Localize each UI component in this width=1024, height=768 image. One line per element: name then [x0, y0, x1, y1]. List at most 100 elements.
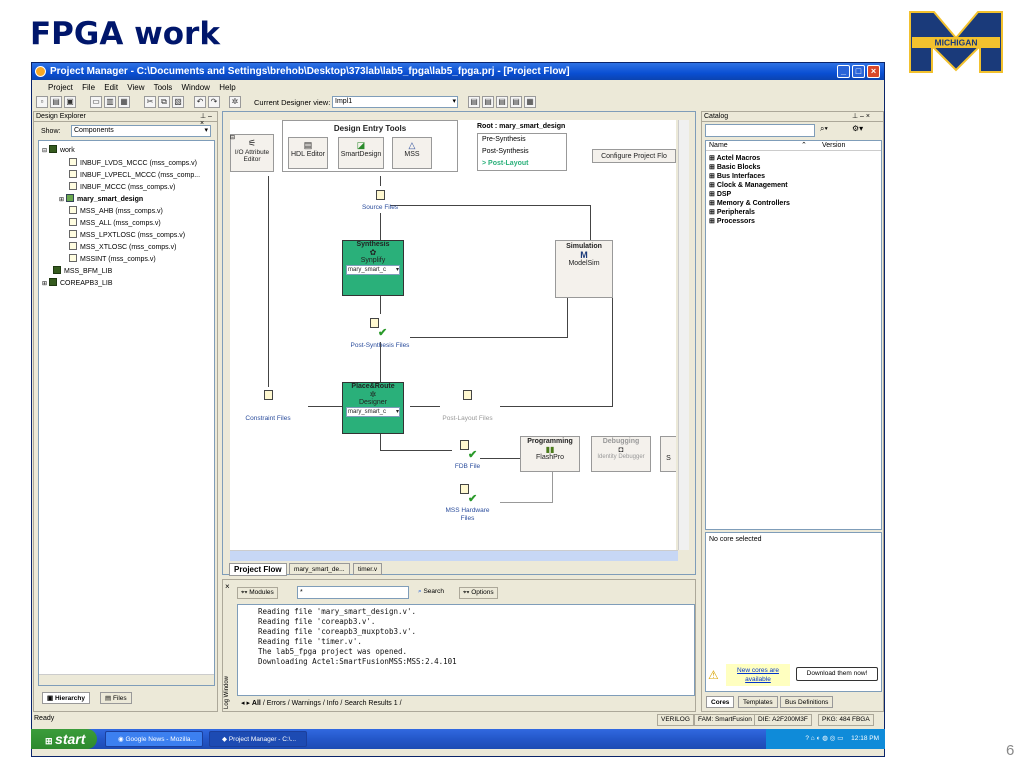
modules-button[interactable]: ⌖▾ Modules [237, 587, 278, 599]
log-search-input[interactable]: * [297, 586, 409, 599]
constraint-files-label[interactable]: Constraint Files [238, 415, 298, 422]
tree-item-coreapb3-lib[interactable]: ⊞ COREAPB3_LIB [42, 278, 113, 289]
tab-project-flow[interactable]: Project Flow [229, 563, 287, 576]
catalog-item-basic-blocks[interactable]: ⊞ Basic Blocks [709, 163, 760, 172]
catalog-item-actel-macros[interactable]: ⊞ Actel Macros [709, 154, 760, 163]
maximize-icon[interactable]: □ [852, 65, 865, 78]
catalog-item-clock-management[interactable]: ⊞ Clock & Management [709, 181, 788, 190]
catalog-item-peripherals[interactable]: ⊞ Peripherals [709, 208, 755, 217]
tree-item[interactable]: INBUF_LVPECL_MCCC (mss_comp... [69, 170, 200, 180]
tree-item[interactable]: MSS_LPXTLOSC (mss_comps.v) [69, 230, 185, 240]
menu-tools[interactable]: Tools [154, 83, 173, 92]
fdb-file-label[interactable]: FDB File [445, 463, 490, 470]
menu-project[interactable]: Project [48, 83, 73, 92]
save-icon[interactable]: ▣ [64, 96, 76, 108]
state-post-layout[interactable]: > Post-Layout [482, 158, 566, 170]
search-button[interactable]: ⌕ Search [415, 587, 447, 597]
tool-2-icon[interactable]: ▤ [482, 96, 494, 108]
log-tab-all[interactable]: All [252, 700, 261, 707]
cut-icon[interactable]: ✂ [144, 96, 156, 108]
tab-files[interactable]: ▤ Files [100, 692, 132, 704]
gear-icon[interactable]: ⚙▾ [852, 124, 863, 133]
hidden-tool[interactable]: S [660, 436, 676, 472]
tree-item[interactable]: INBUF_LVDS_MCCC (mss_comps.v) [69, 158, 197, 168]
log-tab-info[interactable]: Info [327, 700, 339, 707]
tray-icons[interactable]: ? ⌂ ◐ ◍ ◎ ▭ [805, 735, 843, 742]
synthesis-tool[interactable]: Synthesis ✿ Synplify mary_smart_c ▾ [342, 240, 404, 296]
hdl-editor-button[interactable]: ▤ HDL Editor [288, 137, 328, 169]
task-project-manager[interactable]: ◆ Project Manager - C:\... [209, 731, 307, 747]
tree-item-mary-smart-design[interactable]: ⊞ mary_smart_design [59, 194, 143, 205]
open-icon[interactable]: ▤ [50, 96, 62, 108]
tree-item[interactable]: MSSINT (mss_comps.v) [69, 254, 156, 264]
synthesis-select[interactable]: mary_smart_c ▾ [346, 265, 400, 275]
place-route-tool[interactable]: Place&Route ✲ Designer mary_smart_c ▾ [342, 382, 404, 434]
post-synthesis-files-label[interactable]: Post-Synthesis Files [345, 342, 415, 350]
catalog-item-memory-controllers[interactable]: ⊞ Memory & Controllers [709, 199, 790, 208]
disk-icon[interactable]: ▦ [118, 96, 130, 108]
debugging-tool[interactable]: Debugging ◘ Identity Debugger [591, 436, 651, 472]
state-post-synthesis[interactable]: Post-Synthesis [482, 146, 566, 158]
tree-item[interactable]: INBUF_MCCC (mss_comps.v) [69, 182, 175, 192]
panel-pin-icon[interactable]: ⊥ – × [852, 112, 870, 120]
catalog-search-input[interactable] [705, 124, 815, 137]
start-button[interactable]: ⊞ start [31, 729, 97, 749]
copy-icon[interactable]: ⧉ [158, 96, 170, 108]
tab-mary-smart-design[interactable]: mary_smart_de... [289, 563, 350, 575]
search-icon[interactable]: ⌕▾ [820, 124, 828, 134]
catalog-item-dsp[interactable]: ⊞ DSP [709, 190, 731, 199]
catalog-item-processors[interactable]: ⊞ Processors [709, 217, 755, 226]
tree-item[interactable]: MSS_ALL (mss_comps.v) [69, 218, 161, 228]
place-route-select[interactable]: mary_smart_c ▾ [346, 407, 400, 417]
menu-view[interactable]: View [127, 83, 144, 92]
mss-button[interactable]: △ MSS [392, 137, 432, 169]
tab-bus-definitions[interactable]: Bus Definitions [780, 696, 834, 708]
log-tab-errors[interactable]: Errors [267, 700, 286, 707]
tab-hierarchy[interactable]: ▣ Hierarchy [42, 692, 90, 704]
io-attribute-editor-button[interactable]: ⚟ I/O Attribute Editor [230, 134, 274, 172]
show-select[interactable]: Components ▾ [71, 125, 211, 137]
state-pre-synthesis[interactable]: Pre-Synthesis [482, 134, 566, 146]
task-google-news[interactable]: ◉ Google News - Mozilla... [105, 731, 203, 747]
download-cores-button[interactable]: Download them now! [796, 667, 878, 681]
redo-icon[interactable]: ↷ [208, 96, 220, 108]
tree-item-mss-bfm-lib[interactable]: MSS_BFM_LIB [53, 266, 112, 276]
designer-icon[interactable]: ✲ [229, 96, 241, 108]
options-button[interactable]: ⌖▾ Options [459, 587, 498, 599]
vertical-scrollbar[interactable] [678, 120, 689, 550]
tab-prev-icon[interactable]: ◂ ▸ [241, 700, 252, 707]
col-version[interactable]: Version [822, 141, 845, 151]
col-name[interactable]: Name [709, 141, 728, 151]
log-tab-search-results[interactable]: Search Results 1 [344, 700, 397, 707]
file-new-icon[interactable]: ▭ [90, 96, 102, 108]
menu-edit[interactable]: Edit [104, 83, 118, 92]
tab-templates[interactable]: Templates [738, 696, 778, 708]
expand-icon[interactable]: ⊟ [230, 134, 235, 141]
post-layout-files-label[interactable]: Post-Layout Files [435, 415, 500, 422]
tool-4-icon[interactable]: ▤ [510, 96, 522, 108]
new-icon[interactable]: ▫ [36, 96, 48, 108]
folder-icon[interactable]: ▥ [104, 96, 116, 108]
tool-5-icon[interactable]: ▦ [524, 96, 536, 108]
tool-3-icon[interactable]: ▤ [496, 96, 508, 108]
simulation-tool[interactable]: Simulation M ModelSim [555, 240, 613, 298]
horizontal-scrollbar[interactable] [230, 550, 678, 561]
menu-help[interactable]: Help [219, 83, 235, 92]
close-icon[interactable]: × [225, 582, 230, 591]
horizontal-scrollbar[interactable] [39, 674, 214, 685]
tab-timer-v[interactable]: timer.v [353, 563, 383, 575]
smartdesign-button[interactable]: ◪ SmartDesign [338, 137, 384, 169]
tab-cores[interactable]: Cores [706, 696, 735, 708]
menu-file[interactable]: File [82, 83, 95, 92]
undo-icon[interactable]: ↶ [194, 96, 206, 108]
log-tab-warnings[interactable]: Warnings [292, 700, 321, 707]
mss-hardware-files-label[interactable]: MSS Hardware Files [440, 507, 495, 523]
designer-view-select[interactable]: Impl1 ▾ [332, 96, 458, 108]
tree-item[interactable]: MSS_XTLOSC (mss_comps.v) [69, 242, 176, 252]
catalog-item-bus-interfaces[interactable]: ⊞ Bus Interfaces [709, 172, 765, 181]
new-cores-link[interactable]: New cores are available [726, 664, 790, 686]
programming-tool[interactable]: Programming ▮▮ FlashPro [520, 436, 580, 472]
configure-project-flow-button[interactable]: Configure Project Flo [592, 149, 676, 163]
tree-item-work[interactable]: ⊟ work [42, 145, 75, 156]
tree-item[interactable]: MSS_AHB (mss_comps.v) [69, 206, 163, 216]
